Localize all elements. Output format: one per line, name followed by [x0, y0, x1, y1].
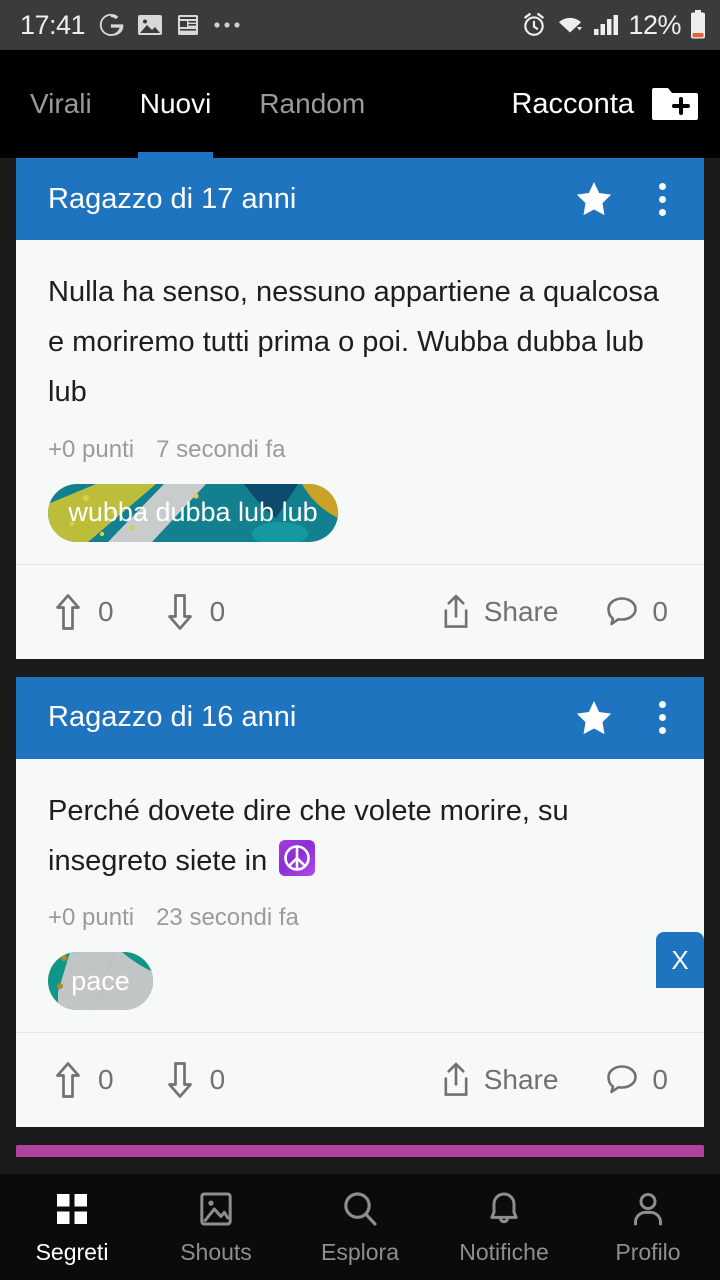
- google-g-icon: [98, 12, 124, 38]
- downvote-button[interactable]: 0: [162, 592, 226, 632]
- nav-item-esplora-label: Esplora: [321, 1238, 399, 1265]
- upvote-arrow-icon: [56, 1062, 80, 1099]
- comment-button[interactable]: 0: [604, 1062, 668, 1098]
- post-meta: +0 punti 23 secondi fa: [48, 904, 672, 932]
- battery-icon: [690, 10, 706, 40]
- nav-item-notifiche-label: Notifiche: [459, 1238, 549, 1265]
- tab-nuovi[interactable]: Nuovi: [116, 50, 236, 158]
- peace-sign-emoji: [279, 839, 316, 876]
- wifi-icon: [556, 14, 584, 36]
- comment-count: 0: [652, 595, 668, 627]
- upvote-count: 0: [98, 595, 114, 627]
- tab-list: Virali Nuovi Random: [0, 50, 389, 158]
- star-icon[interactable]: [574, 179, 614, 219]
- more-dots-icon: [213, 21, 243, 29]
- tab-virali-label: Virali: [30, 88, 92, 119]
- post-header-actions: [574, 179, 680, 219]
- post-points: +0 punti: [48, 435, 135, 463]
- person-icon: [634, 1192, 662, 1225]
- bell-icon: [490, 1192, 518, 1223]
- kebab-menu-icon[interactable]: [644, 698, 680, 738]
- grid-icon: [57, 1193, 87, 1224]
- compose-label: Racconta: [511, 87, 634, 120]
- post-tag-list: pace: [48, 952, 672, 1032]
- news-widget-icon: [176, 13, 200, 37]
- bottom-navigation: Segreti Shouts Esplora Notifiche Profilo: [0, 1174, 720, 1280]
- upvote-button[interactable]: 0: [50, 592, 114, 632]
- downvote-arrow-icon: [167, 1062, 192, 1099]
- upvote-arrow-icon: [56, 593, 80, 630]
- downvote-button[interactable]: 0: [162, 1060, 226, 1100]
- tab-random-label: Random: [259, 88, 366, 119]
- nav-item-esplora[interactable]: Esplora: [288, 1189, 432, 1266]
- nav-item-profilo[interactable]: Profilo: [576, 1189, 720, 1266]
- post-card[interactable]: Ragazzo di 16 anni Perché dovete dire ch…: [16, 676, 704, 1128]
- compose-button[interactable]: Racconta: [511, 84, 720, 124]
- status-bar: 17:41 12%: [0, 0, 720, 50]
- post-card-peek[interactable]: [16, 1145, 704, 1158]
- top-tab-bar: Virali Nuovi Random Racconta: [0, 50, 720, 158]
- image-icon: [200, 1192, 232, 1225]
- nav-item-segreti[interactable]: Segreti: [0, 1189, 144, 1266]
- downvote-arrow-icon: [167, 593, 192, 630]
- comment-button[interactable]: 0: [604, 594, 668, 630]
- post-tag-list: wubba dubba lub lub: [48, 483, 672, 564]
- kebab-menu-icon[interactable]: [644, 179, 680, 219]
- post-tag-chip[interactable]: wubba dubba lub lub: [48, 483, 338, 542]
- comment-count: 0: [652, 1064, 668, 1096]
- post-actions: 0 0 Share 0: [16, 1033, 704, 1127]
- post-tag-chip[interactable]: pace: [48, 952, 153, 1011]
- post-card-header: Ragazzo di 17 anni: [16, 158, 704, 240]
- nav-item-shouts-label: Shouts: [180, 1238, 252, 1265]
- status-bar-right: 12%: [521, 10, 706, 41]
- post-time: 23 secondi fa: [156, 904, 299, 932]
- close-ad-button[interactable]: X: [656, 932, 704, 988]
- post-text: Nulla ha senso, nessuno appartiene a qua…: [48, 276, 660, 408]
- share-icon: [444, 1063, 468, 1097]
- share-icon: [444, 594, 468, 628]
- gallery-icon: [137, 13, 163, 37]
- share-button[interactable]: Share: [440, 593, 559, 631]
- upvote-count: 0: [98, 1064, 114, 1096]
- nav-item-shouts[interactable]: Shouts: [144, 1189, 288, 1266]
- post-card[interactable]: Ragazzo di 17 anni Nulla ha senso, nessu…: [16, 158, 704, 659]
- comment-bubble-icon: [607, 596, 638, 625]
- share-button[interactable]: Share: [440, 1061, 559, 1099]
- alarm-icon: [521, 12, 547, 38]
- post-header-actions: [574, 698, 680, 738]
- post-card-body: Nulla ha senso, nessuno appartiene a qua…: [16, 240, 704, 564]
- nav-item-profilo-label: Profilo: [615, 1238, 681, 1265]
- post-time: 7 secondi fa: [156, 435, 286, 463]
- tab-random[interactable]: Random: [235, 50, 389, 158]
- post-card-header: Ragazzo di 16 anni: [16, 676, 704, 759]
- signal-icon: [593, 14, 619, 36]
- status-time: 17:41: [20, 9, 86, 40]
- tab-virali[interactable]: Virali: [0, 50, 116, 158]
- tab-nuovi-label: Nuovi: [139, 88, 212, 119]
- downvote-count: 0: [209, 595, 226, 627]
- post-text: Perché dovete dire che volete morire, su…: [48, 787, 672, 887]
- battery-percent-label: 12%: [628, 9, 681, 40]
- comment-bubble-icon: [607, 1065, 638, 1094]
- star-icon[interactable]: [574, 698, 614, 738]
- post-card-body: Perché dovete dire che volete morire, su…: [16, 759, 704, 1033]
- downvote-count: 0: [209, 1064, 226, 1096]
- new-folder-plus-icon: [650, 84, 698, 124]
- share-label: Share: [483, 595, 559, 627]
- post-author: Ragazzo di 16 anni: [48, 701, 297, 734]
- status-bar-left: 17:41: [20, 10, 243, 41]
- post-tag-label: pace: [71, 965, 130, 996]
- close-ad-label: X: [671, 944, 689, 975]
- search-icon: [344, 1191, 377, 1226]
- post-meta: +0 punti 7 secondi fa: [48, 436, 672, 464]
- nav-item-notifiche[interactable]: Notifiche: [432, 1189, 576, 1266]
- post-tag-label: wubba dubba lub lub: [68, 497, 318, 528]
- post-actions: 0 0 Share 0: [16, 565, 704, 659]
- upvote-button[interactable]: 0: [50, 1060, 114, 1100]
- post-points: +0 punti: [48, 904, 135, 932]
- post-author: Ragazzo di 17 anni: [48, 182, 297, 215]
- share-label: Share: [483, 1064, 559, 1096]
- post-feed[interactable]: Ragazzo di 17 anni Nulla ha senso, nessu…: [0, 158, 720, 1174]
- nav-item-segreti-label: Segreti: [35, 1238, 109, 1265]
